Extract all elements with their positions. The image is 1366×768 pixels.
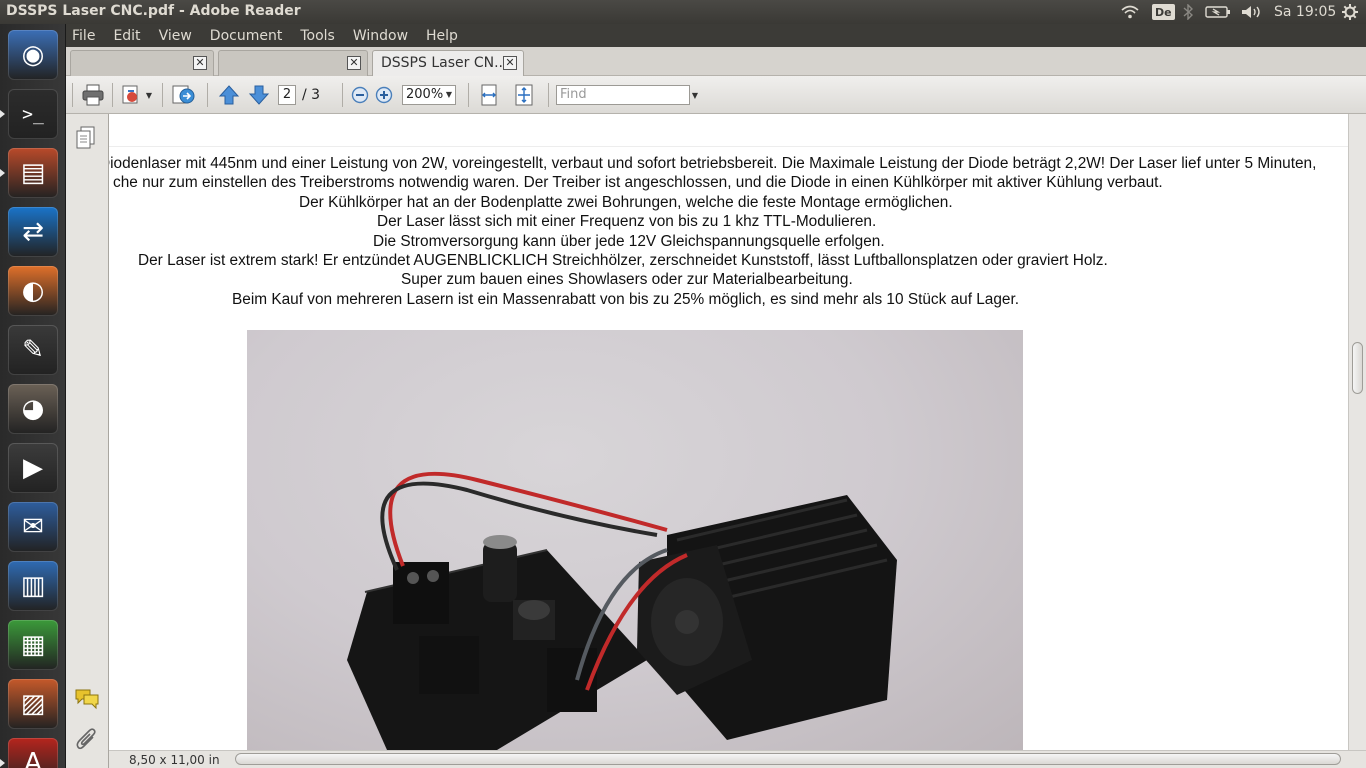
volume-icon[interactable] bbox=[1240, 2, 1264, 22]
text-line: Der Laser lässt sich mit einer Frequenz … bbox=[377, 213, 877, 231]
document-view[interactable]: Diodenlaser mit 445nm und einer Leistung… bbox=[109, 114, 1348, 750]
menu-edit[interactable]: Edit bbox=[104, 28, 149, 44]
writer-icon[interactable]: ▥ bbox=[8, 561, 58, 611]
gear-icon[interactable] bbox=[1340, 2, 1360, 22]
fit-page-button[interactable] bbox=[512, 84, 536, 106]
navigation-pane bbox=[66, 114, 109, 768]
page-total: / 3 bbox=[302, 87, 321, 103]
toolbar-separator bbox=[548, 83, 549, 107]
impress-icon[interactable]: ▨ bbox=[8, 679, 58, 729]
adobe-reader-icon[interactable]: A bbox=[8, 738, 58, 768]
firefox-icon[interactable]: ◐ bbox=[8, 266, 58, 316]
document-tab[interactable]: ✕ bbox=[218, 50, 368, 76]
wifi-icon[interactable] bbox=[1120, 2, 1140, 22]
text-line: Beim Kauf von mehreren Lasern ist ein Ma… bbox=[232, 290, 1020, 308]
running-indicator bbox=[0, 759, 5, 767]
inkscape-icon[interactable]: ✎ bbox=[8, 325, 58, 375]
chevron-down-icon: ▼ bbox=[445, 90, 452, 99]
document-text: Diodenlaser mit 445nm und einer Leistung… bbox=[109, 154, 1348, 309]
text-line: Die Stromversorgung kann über jede 12V G… bbox=[373, 232, 885, 250]
page-edge bbox=[109, 146, 1348, 147]
pages-icon[interactable] bbox=[76, 126, 96, 154]
horizontal-scrollbar-thumb[interactable] bbox=[235, 753, 1341, 765]
text-line: Der Kühlkörper hat an der Bodenplatte zw… bbox=[299, 193, 953, 211]
menu-help[interactable]: Help bbox=[417, 28, 467, 44]
document-tab-active[interactable]: DSSPS Laser CN... ✕ bbox=[372, 50, 524, 77]
text-line: Super zum bauen eines Showlasers oder zu… bbox=[401, 271, 853, 289]
text-line: Der Laser ist extrem stark! Er entzündet… bbox=[138, 252, 1108, 270]
mail-client-icon[interactable]: ✉ bbox=[8, 502, 58, 552]
zoom-level-select[interactable]: 200% ▼ bbox=[402, 85, 456, 105]
create-pdf-button[interactable]: ▼ bbox=[118, 84, 154, 106]
chevron-down-icon: ▼ bbox=[145, 90, 153, 100]
document-tab[interactable]: ✕ bbox=[70, 50, 214, 76]
menu-bar: File Edit View Document Tools Window Hel… bbox=[66, 24, 1366, 47]
share-icon[interactable] bbox=[170, 84, 198, 106]
window-title: DSSPS Laser CNC.pdf - Adobe Reader bbox=[6, 3, 301, 19]
teamviewer-icon[interactable]: ⇄ bbox=[8, 207, 58, 257]
fit-width-button[interactable] bbox=[478, 84, 500, 106]
menu-tools[interactable]: Tools bbox=[291, 28, 344, 44]
scrollbar-thumb[interactable] bbox=[1352, 342, 1363, 394]
laser-module-photo bbox=[247, 330, 1023, 750]
previous-page-button[interactable] bbox=[216, 84, 242, 106]
system-top-panel: DSSPS Laser CNC.pdf - Adobe Reader De Sa… bbox=[0, 0, 1366, 24]
running-indicator bbox=[0, 169, 5, 177]
print-icon[interactable] bbox=[80, 84, 106, 106]
file-manager-icon[interactable]: ▤ bbox=[8, 148, 58, 198]
find-input[interactable]: Find bbox=[556, 85, 690, 105]
toolbar-separator bbox=[162, 83, 163, 107]
menu-view[interactable]: View bbox=[150, 28, 201, 44]
video-editor-icon[interactable]: ▶ bbox=[8, 443, 58, 493]
terminal-icon[interactable]: >_ bbox=[8, 89, 58, 139]
chevron-down-icon[interactable]: ▼ bbox=[690, 88, 700, 102]
toolbar-separator bbox=[112, 83, 113, 107]
text-line: che nur zum einstellen des Treiberstroms… bbox=[113, 174, 1163, 192]
close-icon[interactable]: ✕ bbox=[347, 56, 361, 70]
clock[interactable]: Sa 19:05 bbox=[1274, 2, 1336, 22]
toolbar-separator bbox=[207, 83, 208, 107]
zoom-out-button[interactable] bbox=[350, 84, 370, 106]
calc-icon[interactable]: ▦ bbox=[8, 620, 58, 670]
menu-window[interactable]: Window bbox=[344, 28, 417, 44]
battery-icon[interactable] bbox=[1204, 2, 1232, 22]
vertical-scrollbar[interactable] bbox=[1348, 114, 1366, 750]
page-size-label: 8,50 x 11,00 in bbox=[129, 753, 220, 767]
comments-icon[interactable] bbox=[74, 688, 100, 714]
toolbar: ▼ 2 / 3 200% ▼ Find ▼ bbox=[66, 76, 1366, 114]
attachment-icon[interactable] bbox=[76, 728, 98, 756]
close-icon[interactable]: ✕ bbox=[193, 56, 207, 70]
menu-document[interactable]: Document bbox=[201, 28, 292, 44]
menu-file[interactable]: File bbox=[66, 28, 104, 44]
zoom-in-button[interactable] bbox=[374, 84, 394, 106]
zoom-value: 200% bbox=[406, 87, 444, 102]
page-number-input[interactable]: 2 bbox=[278, 85, 296, 105]
launcher: ◉ >_ ▤ ⇄ ◐ ✎ ◕ ▶ ✉ ▥ ▦ ▨ A bbox=[0, 24, 66, 768]
gimp-icon[interactable]: ◕ bbox=[8, 384, 58, 434]
toolbar-separator bbox=[72, 83, 73, 107]
toolbar-separator bbox=[342, 83, 343, 107]
document-tab-bar: ✕ ✕ DSSPS Laser CN... ✕ bbox=[66, 47, 1366, 77]
tab-label: DSSPS Laser CN... bbox=[381, 55, 508, 71]
toolbar-separator bbox=[468, 83, 469, 107]
text-line: Diodenlaser mit 445nm und einer Leistung… bbox=[109, 155, 1317, 172]
ubuntu-dash-icon[interactable]: ◉ bbox=[8, 30, 58, 80]
status-bar: 8,50 x 11,00 in bbox=[109, 750, 1366, 768]
next-page-button[interactable] bbox=[246, 84, 272, 106]
close-icon[interactable]: ✕ bbox=[503, 56, 517, 70]
running-indicator bbox=[0, 110, 5, 118]
keyboard-layout-indicator[interactable]: De bbox=[1152, 4, 1175, 20]
bluetooth-icon[interactable] bbox=[1180, 2, 1196, 22]
